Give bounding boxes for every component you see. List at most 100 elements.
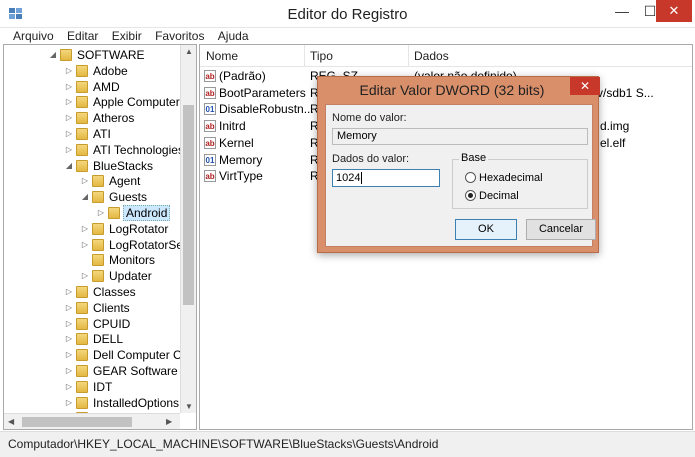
tree-item[interactable]: ◢ Guests xyxy=(80,189,149,205)
tree-item[interactable]: ▷ IDT xyxy=(64,379,114,395)
tree-item-label: Dell Computer Co xyxy=(93,348,189,363)
expand-arrow-icon[interactable]: ◢ xyxy=(80,189,90,205)
tree-item[interactable]: ▷ Agent xyxy=(80,173,142,189)
tree-item-label: Classes xyxy=(93,285,136,299)
folder-icon xyxy=(76,64,88,77)
value-data-text: 1024 xyxy=(336,172,361,184)
registry-tree[interactable]: ◢ SOFTWARE ▷ Adobe ▷ AMD ▷ Apple Computer, ▷ Athe… xyxy=(3,44,197,430)
radio-hexadecimal[interactable]: Hexadecimal xyxy=(465,172,543,185)
tree-item[interactable]: ▷ LogRotator xyxy=(80,221,170,237)
radio-button-checked[interactable] xyxy=(465,190,476,201)
tree-item[interactable]: ▷ GEAR Software xyxy=(64,363,180,379)
tree-item-label: ATI xyxy=(93,127,111,141)
scroll-left-icon[interactable]: ◀ xyxy=(8,417,14,426)
tree-item[interactable]: ▷ LogRotatorSer xyxy=(80,237,189,253)
expand-arrow-icon[interactable]: ▷ xyxy=(64,284,74,300)
value-name: VirtType xyxy=(219,169,263,184)
tree-item[interactable]: ▷ Apple Computer, xyxy=(64,94,184,110)
tree-item[interactable]: ▷ Dell Computer Co xyxy=(64,347,190,363)
scroll-thumb[interactable] xyxy=(183,105,194,305)
menu-ajuda[interactable]: Ajuda xyxy=(213,28,254,44)
tree-item[interactable]: ▷ AMD xyxy=(64,79,122,95)
tree-item[interactable]: ▷ Adobe xyxy=(64,63,130,79)
tree-item[interactable]: ▷ Clients xyxy=(64,300,132,316)
tree-item-label: LogRotatorSer xyxy=(109,237,188,252)
expand-arrow-icon[interactable]: ▷ xyxy=(64,379,74,395)
column-divider[interactable] xyxy=(408,45,409,67)
value-data-input[interactable]: 1024 xyxy=(332,169,440,187)
expand-arrow-icon[interactable]: ▷ xyxy=(80,221,90,237)
folder-icon xyxy=(76,128,88,140)
folder-icon xyxy=(76,317,88,330)
ok-button[interactable]: OK xyxy=(455,219,517,240)
column-divider[interactable] xyxy=(304,45,305,67)
expand-arrow-icon[interactable]: ▷ xyxy=(64,363,74,379)
tree-item[interactable]: ▷ Updater xyxy=(80,268,154,284)
folder-icon xyxy=(76,80,88,93)
scroll-thumb[interactable] xyxy=(22,417,132,427)
tree-item[interactable]: ▷ ATI Technologies xyxy=(64,142,186,158)
dialog-close-button[interactable]: ✕ xyxy=(570,77,600,95)
menu-favoritos[interactable]: Favoritos xyxy=(150,28,209,44)
folder-icon xyxy=(76,396,88,409)
registry-path: Computador\HKEY_LOCAL_MACHINE\SOFTWARE\B… xyxy=(8,437,439,451)
column-type-header[interactable]: Tipo xyxy=(310,49,333,63)
tree-item-label: IDT xyxy=(93,379,113,394)
expand-arrow-icon[interactable]: ▷ xyxy=(80,173,90,189)
expand-arrow-icon[interactable]: ▷ xyxy=(64,347,74,363)
menu-exibir[interactable]: Exibir xyxy=(107,28,147,44)
expand-arrow-icon[interactable]: ▷ xyxy=(64,126,74,142)
expand-arrow-icon[interactable]: ▷ xyxy=(80,268,90,284)
tree-item[interactable]: ▷ Atheros xyxy=(64,110,136,126)
tree-item[interactable]: ◢ BlueStacks xyxy=(64,158,155,174)
expand-arrow-icon[interactable]: ▷ xyxy=(64,300,74,316)
menu-arquivo[interactable]: Arquivo xyxy=(8,28,59,44)
tree-item-label: SOFTWARE xyxy=(77,48,145,62)
expand-arrow-icon[interactable]: ▷ xyxy=(64,79,74,95)
folder-icon xyxy=(92,222,104,235)
expand-arrow-icon[interactable]: ▷ xyxy=(64,316,74,332)
menu-editar[interactable]: Editar xyxy=(62,28,103,44)
column-name-header[interactable]: Nome xyxy=(206,49,238,63)
tree-item[interactable]: ◢ SOFTWARE xyxy=(48,47,147,63)
scroll-down-icon[interactable]: ▼ xyxy=(185,402,193,411)
tree-horizontal-scrollbar[interactable]: ◀ ▶ xyxy=(4,413,180,429)
expand-arrow-icon[interactable]: ▷ xyxy=(96,205,106,221)
expand-arrow-icon[interactable]: ▷ xyxy=(64,63,74,79)
tree-item-label: CPUID xyxy=(93,316,131,331)
tree-item-label: BlueStacks xyxy=(93,158,154,173)
expand-arrow-icon[interactable]: ▷ xyxy=(64,110,74,126)
expand-arrow-icon[interactable]: ▷ xyxy=(80,237,90,253)
expand-arrow-icon[interactable]: ▷ xyxy=(64,94,74,110)
close-window-button[interactable]: ✕ xyxy=(656,0,692,22)
folder-icon xyxy=(92,238,104,251)
edit-dword-dialog: Editar Valor DWORD (32 bits) ✕ Nome do v… xyxy=(317,76,600,253)
expand-arrow-icon[interactable]: ▷ xyxy=(64,395,74,411)
tree-item[interactable]: ▷ DELL xyxy=(64,331,125,347)
radio-button[interactable] xyxy=(465,172,476,183)
folder-icon xyxy=(76,365,88,377)
value-data: v/sdb1 S... xyxy=(597,85,654,100)
tree-vertical-scrollbar[interactable]: ▲ ▼ xyxy=(180,45,196,413)
column-data-header[interactable]: Dados xyxy=(414,49,449,63)
tree-item[interactable]: ▷ ATI xyxy=(64,126,113,142)
folder-icon xyxy=(76,349,88,362)
tree-item[interactable]: ▷ InstalledOptions xyxy=(64,395,181,411)
expand-arrow-icon[interactable]: ▷ xyxy=(64,331,74,347)
expand-arrow-icon[interactable]: ▷ xyxy=(64,142,74,158)
tree-item-label: Monitors xyxy=(109,253,156,268)
cancel-button[interactable]: Cancelar xyxy=(526,219,596,240)
scroll-right-icon[interactable]: ▶ xyxy=(166,417,172,426)
radio-decimal[interactable]: Decimal xyxy=(465,190,519,203)
tree-item-label: Updater xyxy=(109,269,152,284)
value-name-label: Nome do valor: xyxy=(332,112,407,124)
tree-item[interactable]: ▷ Android xyxy=(96,205,171,221)
expand-arrow-icon[interactable]: ◢ xyxy=(64,158,74,174)
minimize-button[interactable]: — xyxy=(608,0,636,22)
tree-item[interactable]: Monitors xyxy=(80,252,157,268)
scroll-up-icon[interactable]: ▲ xyxy=(185,47,193,56)
tree-item[interactable]: ▷ Classes xyxy=(64,284,138,300)
value-data-label: Dados do valor: xyxy=(332,153,410,165)
tree-item[interactable]: ▷ CPUID xyxy=(64,316,132,332)
expand-arrow-icon[interactable]: ◢ xyxy=(48,47,58,63)
